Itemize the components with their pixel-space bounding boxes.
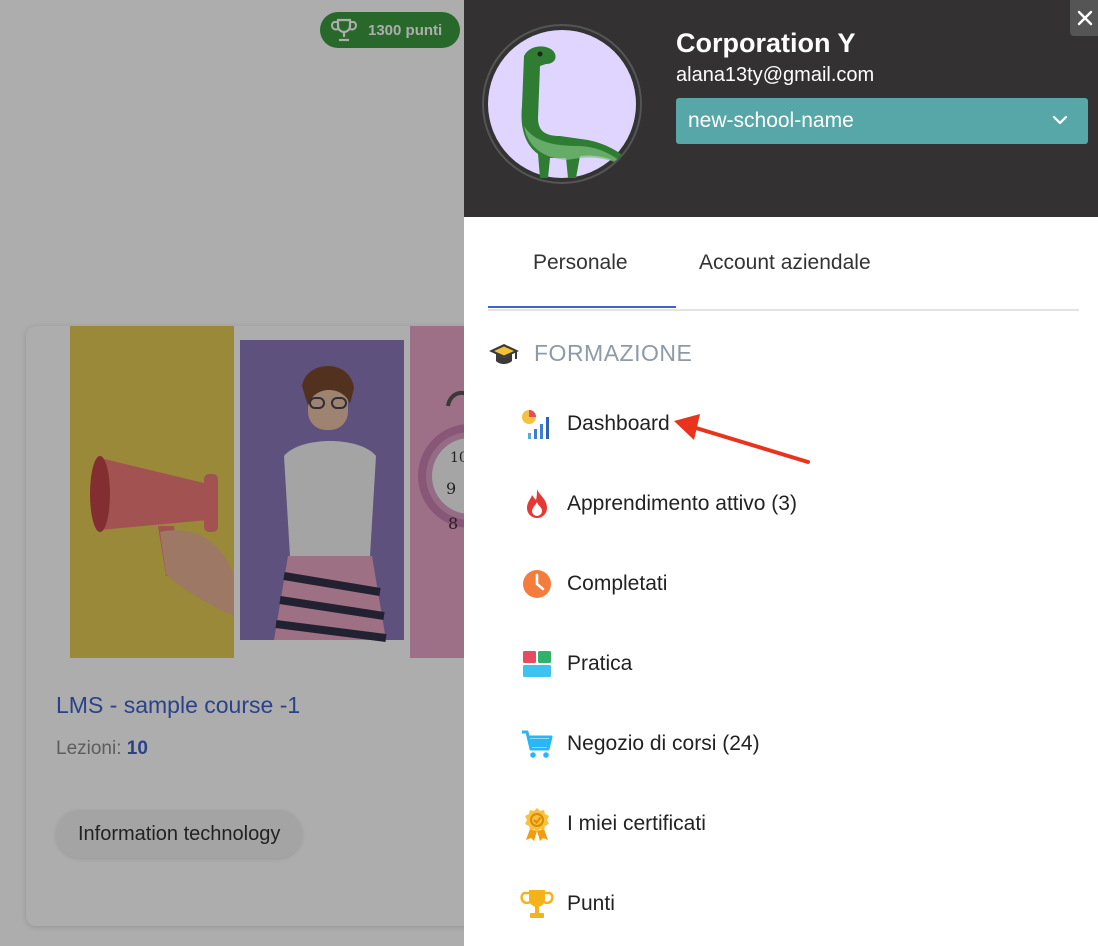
annotation-arrow [674, 414, 810, 464]
profile-drawer: Corporation Y alana13ty@gmail.com new-sc… [464, 0, 1098, 946]
